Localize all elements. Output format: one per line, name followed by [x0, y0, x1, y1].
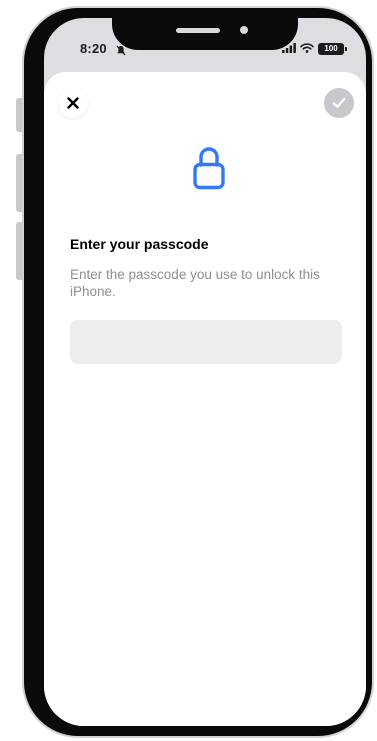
phone-screen: 8:20 100 Enter your passcode Enter the p…: [44, 18, 366, 726]
phone-mockup: 8:20 100 Enter your passcode Enter the p…: [0, 0, 377, 741]
passcode-field[interactable]: [70, 320, 342, 364]
passcode-sheet: Enter your passcode Enter the passcode y…: [44, 72, 366, 726]
wifi-icon: [300, 40, 314, 58]
checkmark-icon: [332, 97, 346, 109]
cellular-signal-icon: [282, 40, 296, 58]
lock-icon: [192, 144, 226, 190]
status-time: 8:20: [80, 41, 107, 56]
close-button[interactable]: [58, 88, 88, 118]
page-title: Enter your passcode: [70, 236, 209, 252]
status-indicators: 100: [282, 40, 347, 58]
done-button[interactable]: [324, 88, 354, 118]
battery-indicator: 100: [318, 43, 347, 55]
close-icon: [67, 97, 79, 109]
page-description: Enter the passcode you use to unlock thi…: [70, 267, 320, 299]
speaker: [176, 28, 220, 33]
notch: [112, 18, 298, 50]
front-camera: [240, 26, 248, 34]
